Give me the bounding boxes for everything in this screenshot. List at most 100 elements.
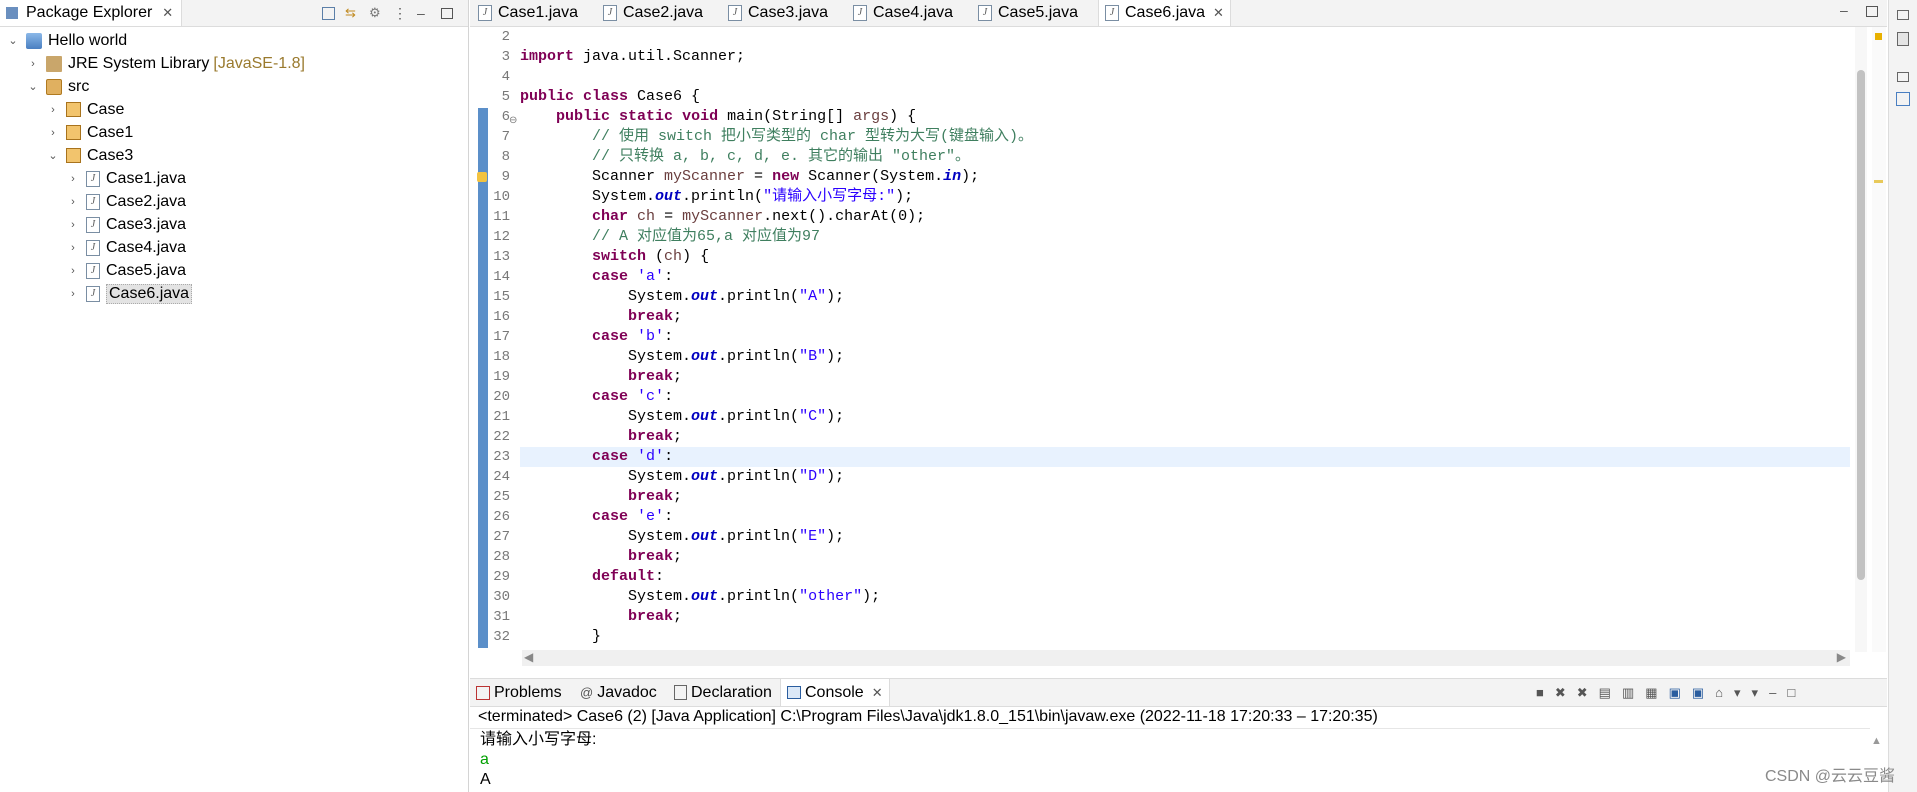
maximize-icon[interactable] xyxy=(441,7,453,19)
scroll-up-icon[interactable]: ▲ xyxy=(1871,735,1882,747)
tab-case3-java[interactable]: J Case3.java xyxy=(728,0,828,26)
terminate-icon[interactable]: ■ xyxy=(1536,685,1544,700)
tree-item-package-case[interactable]: › Case xyxy=(6,98,305,121)
show-stderr-icon[interactable]: ▣ xyxy=(1692,685,1704,701)
collapsed-chevron-icon[interactable]: › xyxy=(66,265,80,277)
collapsed-chevron-icon[interactable]: › xyxy=(66,219,80,231)
code-line[interactable]: System.out.println("E"); xyxy=(520,527,1850,547)
minimize-icon[interactable]: – xyxy=(417,6,431,20)
tab-problems[interactable]: Problems xyxy=(470,679,568,706)
code-line[interactable]: Scanner myScanner = new Scanner(System.i… xyxy=(520,167,1850,187)
tab-javadoc[interactable]: @ Javadoc xyxy=(574,679,663,706)
code-line[interactable]: case 'c': xyxy=(520,387,1850,407)
tree-item-package-case3[interactable]: ⌄ Case3 xyxy=(6,144,305,167)
scroll-right-icon[interactable]: ▶ xyxy=(1837,650,1846,664)
code-text[interactable]: ​import java.util.Scanner;​public class … xyxy=(520,27,1850,647)
close-icon[interactable]: ✕ xyxy=(872,685,883,701)
code-line[interactable]: System.out.println("other"); xyxy=(520,587,1850,607)
tree-item-src[interactable]: ⌄ src xyxy=(6,75,305,98)
expand-chevron-icon[interactable]: ⌄ xyxy=(26,80,40,93)
close-icon[interactable]: ✕ xyxy=(1213,5,1224,21)
code-line[interactable]: public class Case6 { xyxy=(520,87,1850,107)
display-console-icon[interactable]: ▾ xyxy=(1734,685,1741,701)
code-line[interactable]: default: xyxy=(520,567,1850,587)
collapse-all-icon[interactable] xyxy=(322,6,335,20)
tab-case2-java[interactable]: J Case2.java xyxy=(603,0,703,26)
maximize-icon[interactable] xyxy=(1866,6,1878,17)
code-line[interactable]: } xyxy=(520,627,1850,647)
tab-package-explorer[interactable]: Package Explorer ✕ xyxy=(0,0,183,26)
code-line[interactable]: break; xyxy=(520,307,1850,327)
code-line[interactable]: break; xyxy=(520,487,1850,507)
fold-minus-icon[interactable]: ⊖ xyxy=(509,115,517,126)
open-console-icon[interactable]: ▾ xyxy=(1752,685,1759,701)
tree-item-file[interactable]: › J Case4.java xyxy=(6,236,305,259)
code-line[interactable]: System.out.println("A"); xyxy=(520,287,1850,307)
tab-case6-java[interactable]: J Case6.java ✕ xyxy=(1098,0,1231,26)
minimize-icon[interactable]: – xyxy=(1769,685,1776,700)
code-line[interactable]: // 只转换 a, b, c, d, e. 其它的输出 "other"。 xyxy=(520,147,1850,167)
clear-console-icon[interactable]: ▤ xyxy=(1599,685,1611,701)
collapsed-chevron-icon[interactable]: › xyxy=(66,242,80,254)
code-line[interactable]: break; xyxy=(520,367,1850,387)
tab-console[interactable]: Console ✕ xyxy=(780,679,890,706)
warning-marker-icon[interactable] xyxy=(1874,180,1883,183)
collapsed-chevron-icon[interactable]: › xyxy=(46,127,60,139)
code-line[interactable]: System.out.println("D"); xyxy=(520,467,1850,487)
expand-chevron-icon[interactable]: ⌄ xyxy=(6,34,20,47)
remove-all-terminated-icon[interactable]: ✖ xyxy=(1577,685,1588,701)
tree-item-jre-library[interactable]: › JRE System Library [JavaSE-1.8] xyxy=(6,52,305,75)
code-line[interactable]: import java.util.Scanner; xyxy=(520,47,1850,67)
code-line[interactable]: break; xyxy=(520,547,1850,567)
collapsed-chevron-icon[interactable]: › xyxy=(66,196,80,208)
code-line[interactable]: case 'a': xyxy=(520,267,1850,287)
code-line[interactable]: System.out.println("请输入小写字母:"); xyxy=(520,187,1850,207)
code-line[interactable]: ​ xyxy=(520,27,1850,47)
show-stdout-icon[interactable]: ▣ xyxy=(1669,685,1681,701)
console-output[interactable]: 请输入小写字母: a A xyxy=(480,730,596,790)
code-line[interactable]: System.out.println("B"); xyxy=(520,347,1850,367)
tree-item-file-selected[interactable]: › J Case6.java xyxy=(6,282,305,305)
collapsed-chevron-icon[interactable]: › xyxy=(66,288,80,300)
remove-launch-icon[interactable]: ✖ xyxy=(1555,685,1566,701)
warning-summary-icon[interactable] xyxy=(1875,33,1882,40)
code-line[interactable]: case 'b': xyxy=(520,327,1850,347)
scroll-left-icon[interactable]: ◀ xyxy=(524,650,533,664)
link-with-editor-icon[interactable]: ⇆ xyxy=(345,6,359,20)
restore-icon[interactable] xyxy=(1897,10,1909,20)
code-line[interactable]: ​ xyxy=(520,67,1850,87)
tree-item-file[interactable]: › J Case5.java xyxy=(6,259,305,282)
maximize-icon[interactable]: □ xyxy=(1787,685,1795,700)
tree-item-file[interactable]: › J Case3.java xyxy=(6,213,305,236)
collapsed-chevron-icon[interactable]: › xyxy=(46,104,60,116)
word-wrap-icon[interactable]: ▦ xyxy=(1645,685,1657,701)
scroll-lock-icon[interactable]: ▥ xyxy=(1622,685,1634,701)
tab-case1-java[interactable]: J Case1.java xyxy=(478,0,578,26)
code-line[interactable]: // 使用 switch 把小写类型的 char 型转为大写(键盘输入)。 xyxy=(520,127,1850,147)
warning-marker-icon[interactable] xyxy=(477,172,487,182)
code-line[interactable]: public static void main(String[] args) { xyxy=(520,107,1850,127)
code-line[interactable]: switch (ch) { xyxy=(520,247,1850,267)
restore-icon[interactable] xyxy=(1897,72,1909,82)
minimize-icon[interactable]: – xyxy=(1840,2,1848,18)
task-list-icon[interactable] xyxy=(1896,92,1910,106)
code-line[interactable]: char ch = myScanner.next().charAt(0); xyxy=(520,207,1850,227)
outline-view-icon[interactable] xyxy=(1897,32,1909,46)
code-line[interactable]: break; xyxy=(520,607,1850,627)
tree-item-package-case1[interactable]: › Case1 xyxy=(6,121,305,144)
scrollbar-thumb[interactable] xyxy=(1857,70,1865,580)
code-line[interactable]: // A 对应值为65,a 对应值为97 xyxy=(520,227,1850,247)
code-line[interactable]: System.out.println("C"); xyxy=(520,407,1850,427)
expand-chevron-icon[interactable]: ⌄ xyxy=(46,149,60,162)
code-line[interactable]: case 'e': xyxy=(520,507,1850,527)
collapsed-chevron-icon[interactable]: › xyxy=(66,173,80,185)
horizontal-scrollbar[interactable]: ◀ ▶ xyxy=(522,650,1850,666)
code-line[interactable]: case 'd': xyxy=(520,447,1850,467)
pin-console-icon[interactable]: ⌂ xyxy=(1715,685,1723,700)
tab-case4-java[interactable]: J Case4.java xyxy=(853,0,953,26)
tree-item-file[interactable]: › J Case1.java xyxy=(6,167,305,190)
tab-case5-java[interactable]: J Case5.java xyxy=(978,0,1078,26)
tree-item-project[interactable]: ⌄ Hello world xyxy=(6,29,305,52)
view-menu-icon[interactable]: ⋮ xyxy=(393,6,407,20)
tab-declaration[interactable]: Declaration xyxy=(668,679,778,706)
